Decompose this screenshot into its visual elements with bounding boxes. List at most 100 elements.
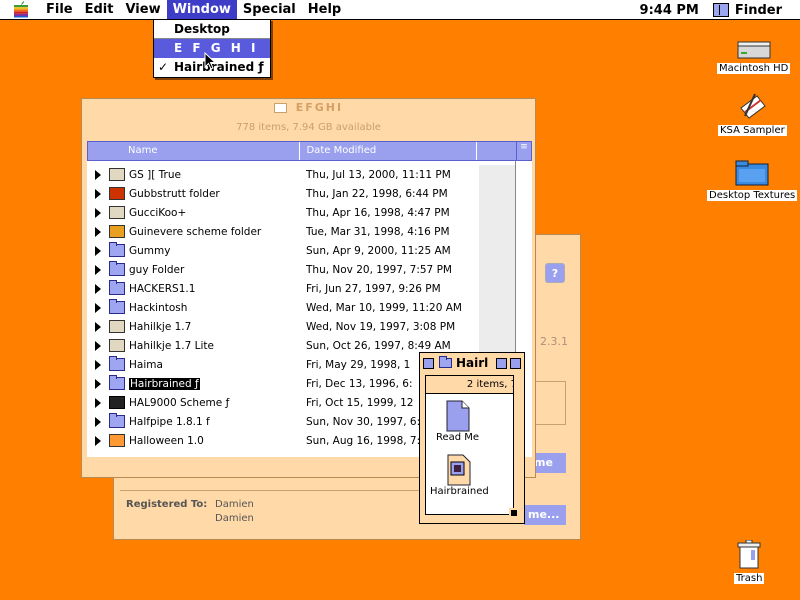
disclosure-triangle-icon[interactable] [95,416,101,427]
file-date: Sun, Apr 9, 2000, 11:25 AM [306,244,451,257]
file-name-text: Hackintosh [129,301,188,314]
desktop-icon-label: Macintosh HD [717,63,791,74]
table-row[interactable]: HACKERS1.1 Fri, Jun 27, 1997, 9:26 PM [87,279,515,298]
file-date: Fri, Jun 27, 1997, 9:26 PM [306,282,441,295]
table-row[interactable]: guy Folder Thu, Nov 20, 1997, 7:57 PM [87,260,515,279]
table-row[interactable]: GucciKoo+ Thu, Apr 16, 1998, 4:47 PM [87,203,515,222]
close-box-icon[interactable] [423,357,434,369]
folder-icon [109,280,125,295]
file-name: Halfpipe 1.8.1 f [129,416,306,428]
table-row[interactable]: Hahilkje 1.7 Wed, Nov 19, 1997, 3:08 PM [87,317,515,336]
folder-icon [735,160,769,186]
file-date: Wed, Nov 19, 1997, 3:08 PM [306,320,456,333]
file-name: Gummy [129,245,306,257]
disclosure-triangle-icon[interactable] [95,245,101,256]
window-menu-item-desktop[interactable]: Desktop [154,20,270,39]
disclosure-triangle-icon[interactable] [95,302,101,313]
menu-window[interactable]: Window [166,0,237,20]
file-name-text: Haima [129,358,163,371]
disclosure-triangle-icon[interactable] [95,359,101,370]
hairl-window[interactable]: Hairl 2 items, 7 Read Me Hairbrained [419,352,525,524]
table-row[interactable]: Gummy Sun, Apr 9, 2000, 11:25 AM [87,241,515,260]
file-name: guy Folder [129,264,306,276]
hairl-scrollbar[interactable] [513,375,523,515]
file-name-text: Hahilkje 1.7 [129,320,192,333]
collapse-box-icon[interactable] [510,357,521,369]
hairl-item-count: 2 items, 7 [426,376,519,394]
file-label: Read Me [436,432,480,443]
file-name: GucciKoo+ [129,207,306,219]
file-name: HAL9000 Scheme ƒ [129,397,306,409]
menu-help[interactable]: Help [302,0,347,20]
column-header-name[interactable]: Name [88,142,301,160]
file-name-text: Guinevere scheme folder [129,225,262,238]
window-info: 778 items, 7.94 GB available [236,122,381,133]
row-shade [479,279,515,298]
file-name-text: Halfpipe 1.8.1 f [129,415,210,428]
desktop-icon-label: Trash [734,573,765,584]
file-icon-hairbrained[interactable]: Hairbrained [430,454,489,497]
menu-edit[interactable]: Edit [79,0,120,20]
application-icon [109,339,125,352]
disclosure-triangle-icon[interactable] [95,226,101,237]
zoom-box-icon[interactable] [496,357,507,369]
table-row[interactable]: GS ][ True Thu, Jul 13, 2000, 11:11 PM [87,165,515,184]
folder-icon [109,261,125,276]
folder-icon [109,242,125,257]
disclosure-triangle-icon[interactable] [95,283,101,294]
row-shade [479,184,515,203]
file-name-text: Halloween 1.0 [129,434,204,447]
resize-box-icon[interactable] [509,508,519,518]
file-date: Wed, Mar 10, 1999, 11:20 AM [306,301,462,314]
disclosure-triangle-icon[interactable] [95,435,101,446]
disclosure-triangle-icon[interactable] [95,340,101,351]
file-name-text: Gummy [129,244,171,257]
folder-icon [109,356,125,371]
column-header-date[interactable]: Date Modified [300,142,477,160]
folder-icon [273,103,287,113]
registered-to-label: Registered To: [126,499,208,510]
file-name-text: Hahilkje 1.7 Lite [129,339,214,352]
disclosure-triangle-icon[interactable] [95,264,101,275]
menu-view[interactable]: View [119,0,166,20]
application-icon [109,168,125,181]
window-title-bar[interactable]: EFGHI [82,99,535,117]
window-title: EFGHI [295,101,344,114]
menu-file[interactable]: File [40,0,79,20]
folder-icon [439,356,452,368]
row-shade [479,222,515,241]
menu-clock[interactable]: 9:44 PM [640,3,699,18]
disclosure-triangle-icon[interactable] [95,378,101,389]
file-icon-read-me[interactable]: Read Me [436,400,479,443]
table-row[interactable]: Hackintosh Wed, Mar 10, 1999, 11:20 AM [87,298,515,317]
desktop-icon-trash[interactable]: Trash [734,540,765,584]
registered-name-2: Damien [215,513,254,524]
back-window-button-2[interactable]: me... [524,505,566,525]
file-name: HACKERS1.1 [129,283,306,295]
desktop-icon-macintosh-hd[interactable]: Macintosh HD [717,40,791,74]
help-icon[interactable]: ? [545,263,565,283]
table-row[interactable]: Guinevere scheme folder Tue, Mar 31, 1998… [87,222,515,241]
hairl-title-bar[interactable]: Hairl [420,353,524,373]
disclosure-triangle-icon[interactable] [95,169,101,180]
disclosure-triangle-icon[interactable] [95,207,101,218]
disclosure-triangle-icon[interactable] [95,321,101,332]
registration-panel: Registered To: Damien Damien [120,490,420,535]
apple-menu-icon[interactable] [12,0,34,20]
file-date: Sun, Oct 26, 1997, 8:49 AM [306,339,451,352]
file-name-text: HAL9000 Scheme ƒ [129,396,230,409]
application-icon [109,187,125,200]
application-menu[interactable]: Finder [712,3,782,18]
disclosure-triangle-icon[interactable] [95,188,101,199]
file-name-text: guy Folder [129,263,185,276]
disclosure-triangle-icon[interactable] [95,397,101,408]
desktop-icon-ksa-sampler[interactable]: KSA Sampler [718,92,787,136]
column-sort-icon[interactable]: ≡ [516,141,532,161]
file-name-text: Gubbstrutt folder [129,187,220,200]
desktop-icon-label: Desktop Textures [707,190,798,201]
application-icon [109,225,125,238]
menu-special[interactable]: Special [237,0,302,20]
table-row[interactable]: Gubbstrutt folder Thu, Jan 22, 1998, 6:44… [87,184,515,203]
mouse-cursor-icon [204,51,217,73]
desktop-icon-textures[interactable]: Desktop Textures [707,159,798,201]
